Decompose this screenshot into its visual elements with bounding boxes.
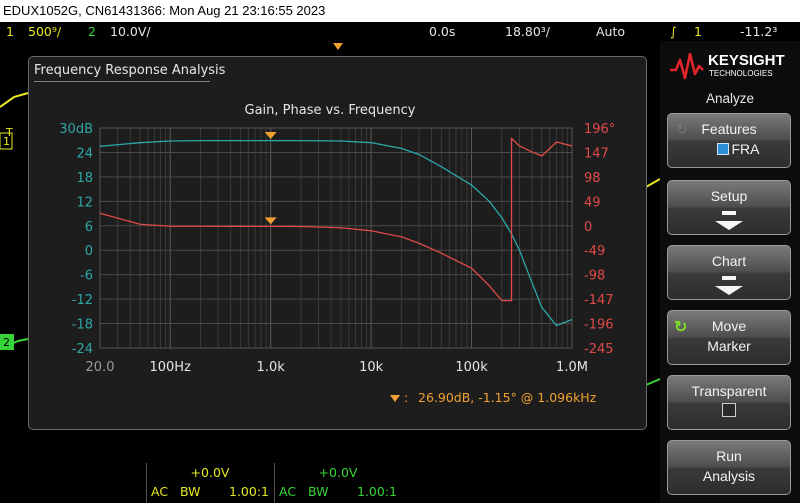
gain-tick-label: -18	[72, 318, 93, 333]
setup-button[interactable]: Setup	[667, 180, 791, 235]
phase-tick-label: 196°	[584, 122, 615, 137]
phase-tick-label: -147	[584, 293, 614, 308]
frequency-axis-labels: 20.0 100Hz 1.0k 10k 100k 1.0M	[86, 360, 588, 375]
ch2-coupling: AC	[279, 484, 297, 499]
frequency-tick-label: 20.0	[86, 360, 115, 375]
cursor-readout: 26.90dB, -1.15° @ 1.096kHz	[418, 390, 597, 405]
ch2-offset: +0.0V	[318, 465, 358, 480]
transparent-button[interactable]: Transparent	[667, 375, 791, 430]
phase-tick-label: -49	[584, 244, 605, 259]
gain-tick-label: 30dB	[59, 122, 93, 137]
phase-tick-label: 147	[584, 146, 609, 161]
phase-line	[99, 136, 573, 302]
frequency-tick-label: 1.0k	[257, 360, 286, 375]
phase-tick-label: -196	[584, 318, 614, 333]
gain-tick-label: 18	[76, 171, 93, 186]
chart-grid	[99, 127, 573, 349]
gain-tick-label: -12	[72, 293, 93, 308]
submenu-arrow-icon	[668, 276, 790, 298]
gain-axis-labels: 30dB 24 18 12 6 0 -6 -12 -18 -24	[59, 122, 93, 357]
gain-tick-label: 12	[76, 195, 93, 210]
menu-section-title: Analyze	[705, 91, 755, 106]
gain-line	[99, 139, 573, 327]
phase-tick-label: -98	[584, 269, 605, 284]
gain-tick-label: 24	[76, 146, 93, 161]
ch2-info[interactable]: +0.0V AC BW 1.00:1	[274, 463, 401, 503]
keysight-logo: KEYSIGHT TECHNOLOGIES	[670, 52, 785, 80]
frequency-tick-label: 100Hz	[149, 360, 191, 375]
ch1-probe: 1.00:1	[229, 484, 269, 499]
phase-axis-labels: 196° 147 98 49 0 -49 -98 -147 -196 -245	[584, 122, 615, 357]
gain-tick-label: 6	[85, 220, 93, 235]
ch2-bw: BW	[308, 484, 329, 499]
ch1-coupling: AC	[151, 484, 169, 499]
gain-tick-label: 0	[85, 244, 93, 259]
phase-tick-label: 0	[584, 220, 592, 235]
run-analysis-button[interactable]: Run Analysis	[667, 440, 791, 495]
chart-button[interactable]: Chart	[667, 245, 791, 300]
fra-checkbox-icon	[716, 143, 729, 155]
ch2-details: AC BW 1.00:1	[279, 484, 397, 499]
gain-tick-label: -24	[72, 342, 93, 357]
chart-series	[99, 136, 573, 327]
frequency-tick-label: 10k	[359, 360, 384, 375]
ch2-probe: 1.00:1	[357, 484, 397, 499]
submenu-arrow-icon	[668, 211, 790, 233]
features-button[interactable]: ↻ Features FRA	[667, 113, 791, 168]
gain-tick-label: -6	[80, 269, 93, 284]
ch1-info[interactable]: +0.0V AC BW 1.00:1	[146, 463, 273, 503]
chart-title: Gain, Phase vs. Frequency	[245, 103, 416, 118]
ch1-details: AC BW 1.00:1	[151, 484, 269, 499]
plot-frame	[99, 127, 573, 349]
move-marker-button[interactable]: ↻ Move Marker	[667, 310, 791, 365]
frequency-tick-label: 100k	[455, 360, 488, 375]
phase-tick-label: 49	[584, 195, 601, 210]
readout-marker-icon	[390, 395, 400, 402]
ch1-bw: BW	[180, 484, 201, 499]
transparent-checkbox-icon	[722, 403, 736, 417]
phase-tick-label: -245	[584, 342, 614, 357]
svg-text:KEYSIGHT: KEYSIGHT	[708, 52, 785, 69]
phase-tick-label: 98	[584, 171, 601, 186]
frequency-tick-label: 1.0M	[556, 360, 588, 375]
readout-colon: :	[404, 390, 408, 405]
svg-text:TECHNOLOGIES: TECHNOLOGIES	[709, 69, 773, 78]
ch1-offset: +0.0V	[190, 465, 230, 480]
